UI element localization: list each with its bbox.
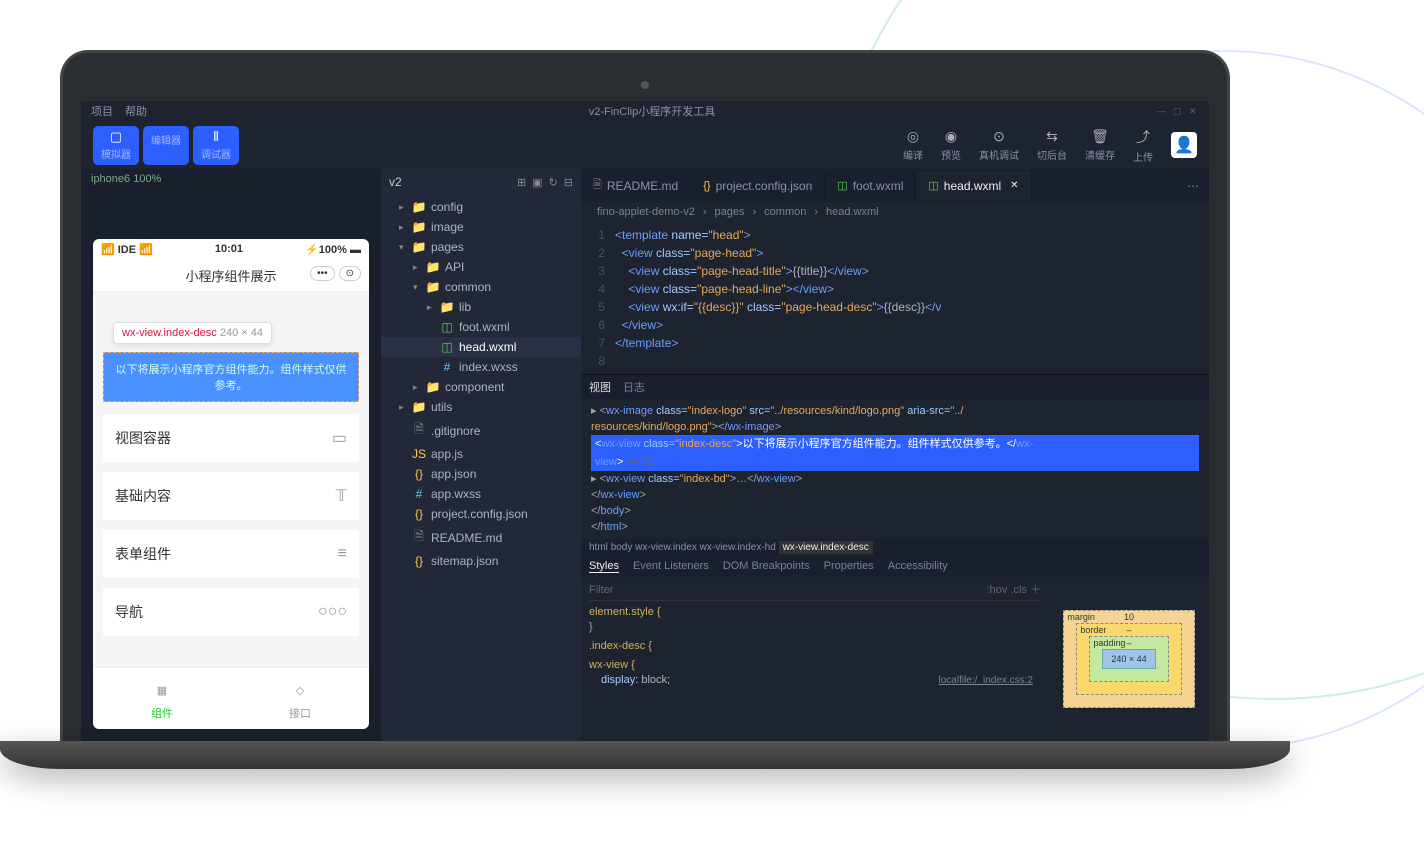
tab-api[interactable]: ◇接口 [231, 668, 369, 729]
status-battery: ⚡100% ▬ [305, 243, 361, 256]
refresh-icon[interactable]: ↻ [549, 176, 558, 189]
mode-button-0[interactable]: ▢模拟器 [93, 126, 139, 165]
close-icon[interactable]: ✕ [1189, 106, 1199, 116]
tabs-overflow-icon[interactable]: ⋯ [1177, 179, 1209, 193]
tree-item[interactable]: ▸📁utils [381, 397, 581, 417]
tree-item[interactable]: #app.wxss [381, 484, 581, 504]
window-title: v2-FinClip小程序开发工具 [147, 103, 1157, 119]
file-explorer: v2 ⊞ ▣ ↻ ⊟ ▸📁config▸📁image▾📁pages▸📁API▾📁… [381, 169, 581, 741]
devtools-tab-log[interactable]: 日志 [623, 379, 645, 395]
tree-item[interactable]: 🗎README.md [381, 524, 581, 551]
devtools-subtab[interactable]: Styles [589, 560, 619, 573]
project-root[interactable]: v2 [389, 175, 402, 189]
simulator-panel: iphone6 100% 📶 IDE 📶 10:01 ⚡100% ▬ 小程序组件… [81, 169, 381, 741]
tree-item[interactable]: ◫head.wxml [381, 337, 581, 357]
highlighted-element[interactable]: 以下将展示小程序官方组件能力。组件样式仅供参考。 [103, 352, 359, 402]
styles-filter-controls[interactable]: :hov .cls ＋ [987, 583, 1041, 598]
list-item[interactable]: 基础内容𝕋 [103, 472, 359, 520]
tree-item[interactable]: ▾📁common [381, 277, 581, 297]
toolbar-action-3[interactable]: ⇆切后台 [1037, 128, 1067, 162]
capsule-close-icon[interactable]: ⊙ [339, 266, 361, 281]
new-file-icon[interactable]: ⊞ [517, 176, 526, 189]
maximize-icon[interactable]: ▢ [1173, 106, 1183, 116]
tree-item[interactable]: ▸📁config [381, 197, 581, 217]
tree-item[interactable]: ▸📁lib [381, 297, 581, 317]
toolbar-action-4[interactable]: 🗑清缓存 [1085, 128, 1115, 162]
ide-window: 项目 帮助 v2-FinClip小程序开发工具 — ▢ ✕ ▢模拟器编辑器⫴调试… [81, 101, 1209, 741]
list-item[interactable]: 视图容器▭ [103, 414, 359, 462]
tab-close-icon[interactable]: ✕ [1010, 180, 1018, 191]
titlebar: 项目 帮助 v2-FinClip小程序开发工具 — ▢ ✕ [81, 101, 1209, 121]
page-title: 小程序组件展示 [185, 269, 276, 284]
editor-tab[interactable]: {}project.config.json [691, 172, 825, 200]
avatar[interactable]: 👤 [1171, 132, 1197, 158]
tree-item[interactable]: ▸📁component [381, 377, 581, 397]
list-item[interactable]: 导航○○○ [103, 588, 359, 636]
styles-pane[interactable]: Filter :hov .cls ＋ element.style {}.inde… [581, 577, 1049, 741]
status-signal: 📶 IDE 📶 [101, 243, 153, 256]
toolbar-action-5[interactable]: ⤴上传 [1133, 127, 1153, 164]
collapse-icon[interactable]: ⊟ [564, 176, 573, 189]
device-frame: 📶 IDE 📶 10:01 ⚡100% ▬ 小程序组件展示 ••• ⊙ [93, 239, 369, 729]
editor-tabs: 🗎README.md{}project.config.json◫foot.wxm… [581, 169, 1209, 202]
devtools-tab-view[interactable]: 视图 [589, 379, 611, 395]
tree-item[interactable]: 🗎.gitignore [381, 417, 581, 444]
toolbar-action-1[interactable]: ◉预览 [941, 128, 961, 162]
toolbar-action-0[interactable]: ◎编译 [903, 128, 923, 162]
tree-item[interactable]: ◫foot.wxml [381, 317, 581, 337]
code-editor[interactable]: 1<template name="head">2 <view class="pa… [581, 222, 1209, 374]
tree-item[interactable]: ▾📁pages [381, 237, 581, 257]
devtools-subtab[interactable]: Accessibility [888, 560, 948, 573]
mode-button-2[interactable]: ⫴调试器 [193, 126, 239, 165]
tab-components[interactable]: ▦组件 [93, 668, 231, 729]
editor-tab[interactable]: ◫foot.wxml [825, 172, 916, 200]
styles-filter-input[interactable]: Filter [589, 583, 613, 598]
toolbar-action-2[interactable]: ⊙真机调试 [979, 128, 1019, 162]
editor-tab[interactable]: ◫head.wxml✕ [916, 172, 1031, 200]
devtools-subtab[interactable]: DOM Breakpoints [723, 560, 810, 573]
dom-breadcrumb[interactable]: html body wx-view.index wx-view.index-hd… [581, 539, 1209, 556]
devtools-subtab[interactable]: Event Listeners [633, 560, 709, 573]
tree-item[interactable]: JSapp.js [381, 444, 581, 464]
tree-item[interactable]: {}app.json [381, 464, 581, 484]
tree-item[interactable]: #index.wxss [381, 357, 581, 377]
editor-tab[interactable]: 🗎README.md [581, 169, 691, 202]
tree-item[interactable]: ▸📁image [381, 217, 581, 237]
new-folder-icon[interactable]: ▣ [532, 176, 542, 189]
devtools-panel: 视图 日志 ▸ <wx-image class="index-logo" src… [581, 374, 1209, 741]
minimize-icon[interactable]: — [1157, 106, 1167, 116]
laptop-frame: 项目 帮助 v2-FinClip小程序开发工具 — ▢ ✕ ▢模拟器编辑器⫴调试… [60, 50, 1230, 769]
mode-button-1[interactable]: 编辑器 [143, 126, 189, 165]
tree-item[interactable]: ▸📁API [381, 257, 581, 277]
tree-item[interactable]: {}sitemap.json [381, 551, 581, 571]
capsule-menu-icon[interactable]: ••• [310, 266, 335, 281]
list-item[interactable]: 表单组件≡ [103, 530, 359, 578]
devtools-subtab[interactable]: Properties [824, 560, 874, 573]
menu-help[interactable]: 帮助 [125, 103, 147, 119]
status-time: 10:01 [215, 243, 243, 256]
tree-item[interactable]: {}project.config.json [381, 504, 581, 524]
device-info: iphone6 100% [81, 169, 381, 189]
box-model: margin 10 border – padding – 240 × 4 [1049, 577, 1209, 741]
menu-project[interactable]: 项目 [91, 103, 113, 119]
toolbar: ▢模拟器编辑器⫴调试器 ◎编译 ◉预览 ⊙真机调试 ⇆切后台 🗑清缓存 ⤴上传 👤 [81, 121, 1209, 169]
breadcrumb: fino-applet-demo-v2›pages›common›head.wx… [581, 202, 1209, 222]
dom-tree[interactable]: ▸ <wx-image class="index-logo" src="../r… [581, 399, 1209, 539]
inspect-tooltip: wx-view.index-desc 240 × 44 [113, 322, 272, 344]
